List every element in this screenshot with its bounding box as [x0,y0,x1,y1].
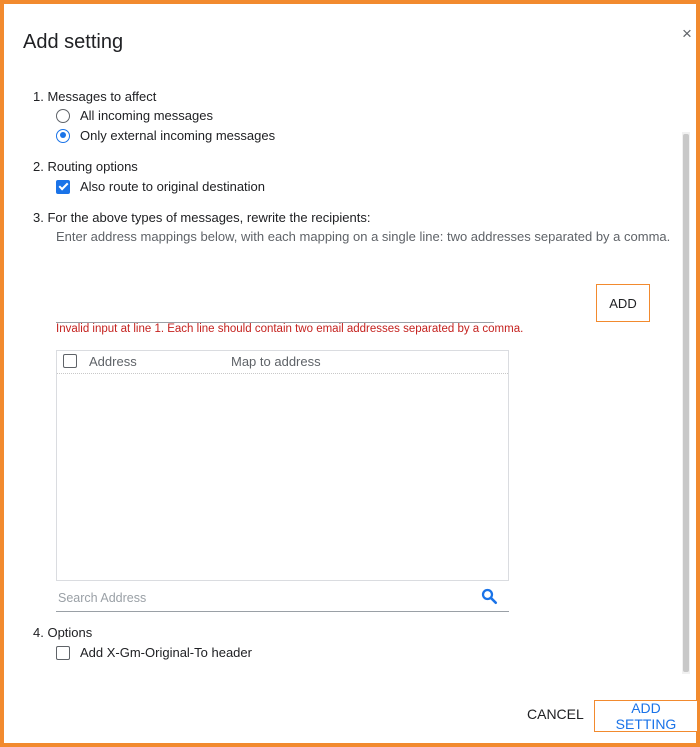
checkbox-route-original[interactable]: Also route to original destination [56,179,265,194]
checkbox-label: Also route to original destination [80,179,266,194]
dialog-title: Add setting [23,31,124,53]
add-setting-button[interactable]: ADD SETTING [594,700,698,732]
radio-button[interactable] [56,128,70,143]
column-header-map-to[interactable]: Map to address [231,354,321,369]
section-rewrite-label: 3. For the above types of messages, rewr… [33,210,371,225]
checkbox-label: Add X-Gm-Original-To header [80,645,252,660]
radio-label: Only external incoming messages [80,128,276,143]
search-address-input[interactable] [56,584,490,612]
cancel-button[interactable]: CANCEL [521,701,590,727]
radio-button[interactable] [56,108,70,123]
section-options-label: 4. Options [33,625,93,640]
section-messages-label: 1. Messages to affect [33,89,157,104]
radio-only-external[interactable]: Only external incoming messages [56,128,275,143]
error-message: Invalid input at line 1. Each line shoul… [56,323,524,335]
section-routing-label: 2. Routing options [33,159,138,174]
radio-label: All incoming messages [80,108,213,123]
scrollbar-thumb[interactable] [683,134,689,672]
add-mapping-button[interactable]: ADD [596,284,650,322]
checkbox[interactable] [56,645,70,660]
search-underline [56,611,509,612]
address-mapping-input[interactable] [56,284,494,323]
column-header-address[interactable]: Address [89,354,137,369]
radio-all-incoming[interactable]: All incoming messages [56,108,213,123]
checkbox-x-gm-header[interactable]: Add X-Gm-Original-To header [56,645,252,660]
select-all-checkbox[interactable] [63,354,77,368]
close-icon[interactable]: × [682,24,692,44]
checkbox[interactable] [56,179,70,194]
search-icon[interactable] [480,587,498,605]
table-header: Address Map to address [57,351,508,374]
add-setting-dialog: Add setting × 1. Messages to affect All … [4,4,698,743]
mapping-table: Address Map to address [56,350,509,581]
mapping-help-text: Enter address mappings below, with each … [56,229,671,244]
